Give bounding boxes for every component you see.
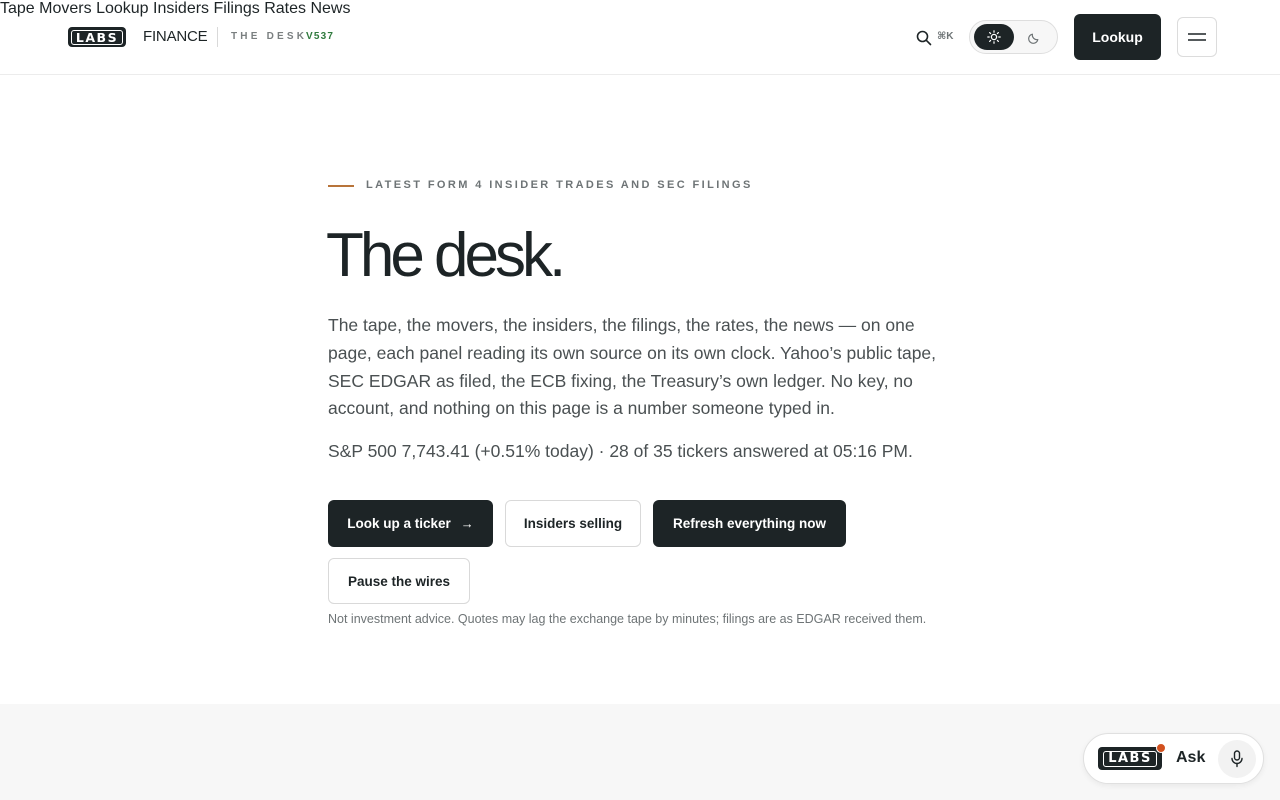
refresh-everything-button[interactable]: Refresh everything now	[653, 500, 846, 547]
nav-insiders[interactable]: Insiders	[153, 0, 209, 17]
nav-movers[interactable]: Movers	[39, 0, 91, 17]
eyebrow-rule	[328, 185, 354, 187]
brand-name[interactable]: FINANCE	[143, 28, 208, 45]
look-up-ticker-label: Look up a ticker	[347, 516, 451, 531]
notification-dot	[1156, 743, 1166, 753]
look-up-ticker-button[interactable]: Look up a ticker →	[328, 500, 493, 547]
disclaimer: Not investment advice. Quotes may lag th…	[328, 612, 927, 626]
pause-wires-button[interactable]: Pause the wires	[328, 558, 470, 604]
hero-description: The tape, the movers, the insiders, the …	[328, 315, 937, 419]
top-header: LABS FINANCE THE DESK V537 Tape Movers L…	[0, 0, 1280, 75]
theme-toggle[interactable]	[969, 20, 1058, 54]
eyebrow-text: LATEST FORM 4 INSIDER TRADES AND SEC FIL…	[366, 179, 753, 191]
labs-logo[interactable]: LABS	[68, 27, 126, 47]
microphone-icon[interactable]	[1218, 740, 1256, 778]
brand-divider	[217, 27, 218, 47]
dark-mode-moon-icon[interactable]	[1014, 24, 1054, 50]
market-status-line: S&P 500 7,743.41 (+0.51% today) · 28 of …	[328, 441, 913, 461]
nav-lookup[interactable]: Lookup	[96, 0, 149, 17]
ask-assistant-widget[interactable]: LABS Ask	[1083, 733, 1264, 784]
light-mode-sun-icon[interactable]	[974, 24, 1014, 50]
nav-rates[interactable]: Rates	[264, 0, 306, 17]
search-shortcut: ⌘K	[937, 31, 954, 42]
desk-tag: THE DESK	[231, 31, 308, 42]
ask-label: Ask	[1176, 749, 1206, 766]
nav-filings[interactable]: Filings	[214, 0, 260, 17]
search-icon[interactable]	[915, 29, 933, 47]
insiders-selling-button[interactable]: Insiders selling	[505, 500, 641, 547]
hamburger-menu-icon[interactable]	[1177, 17, 1217, 57]
ask-labs-logo: LABS	[1098, 747, 1162, 770]
page-title: The desk.	[326, 221, 566, 290]
version-badge: V537	[306, 31, 335, 42]
nav-news[interactable]: News	[310, 0, 350, 17]
arrow-right-icon: →	[460, 516, 474, 531]
nav-tape[interactable]: Tape	[0, 0, 35, 17]
lookup-button[interactable]: Lookup	[1074, 14, 1161, 60]
